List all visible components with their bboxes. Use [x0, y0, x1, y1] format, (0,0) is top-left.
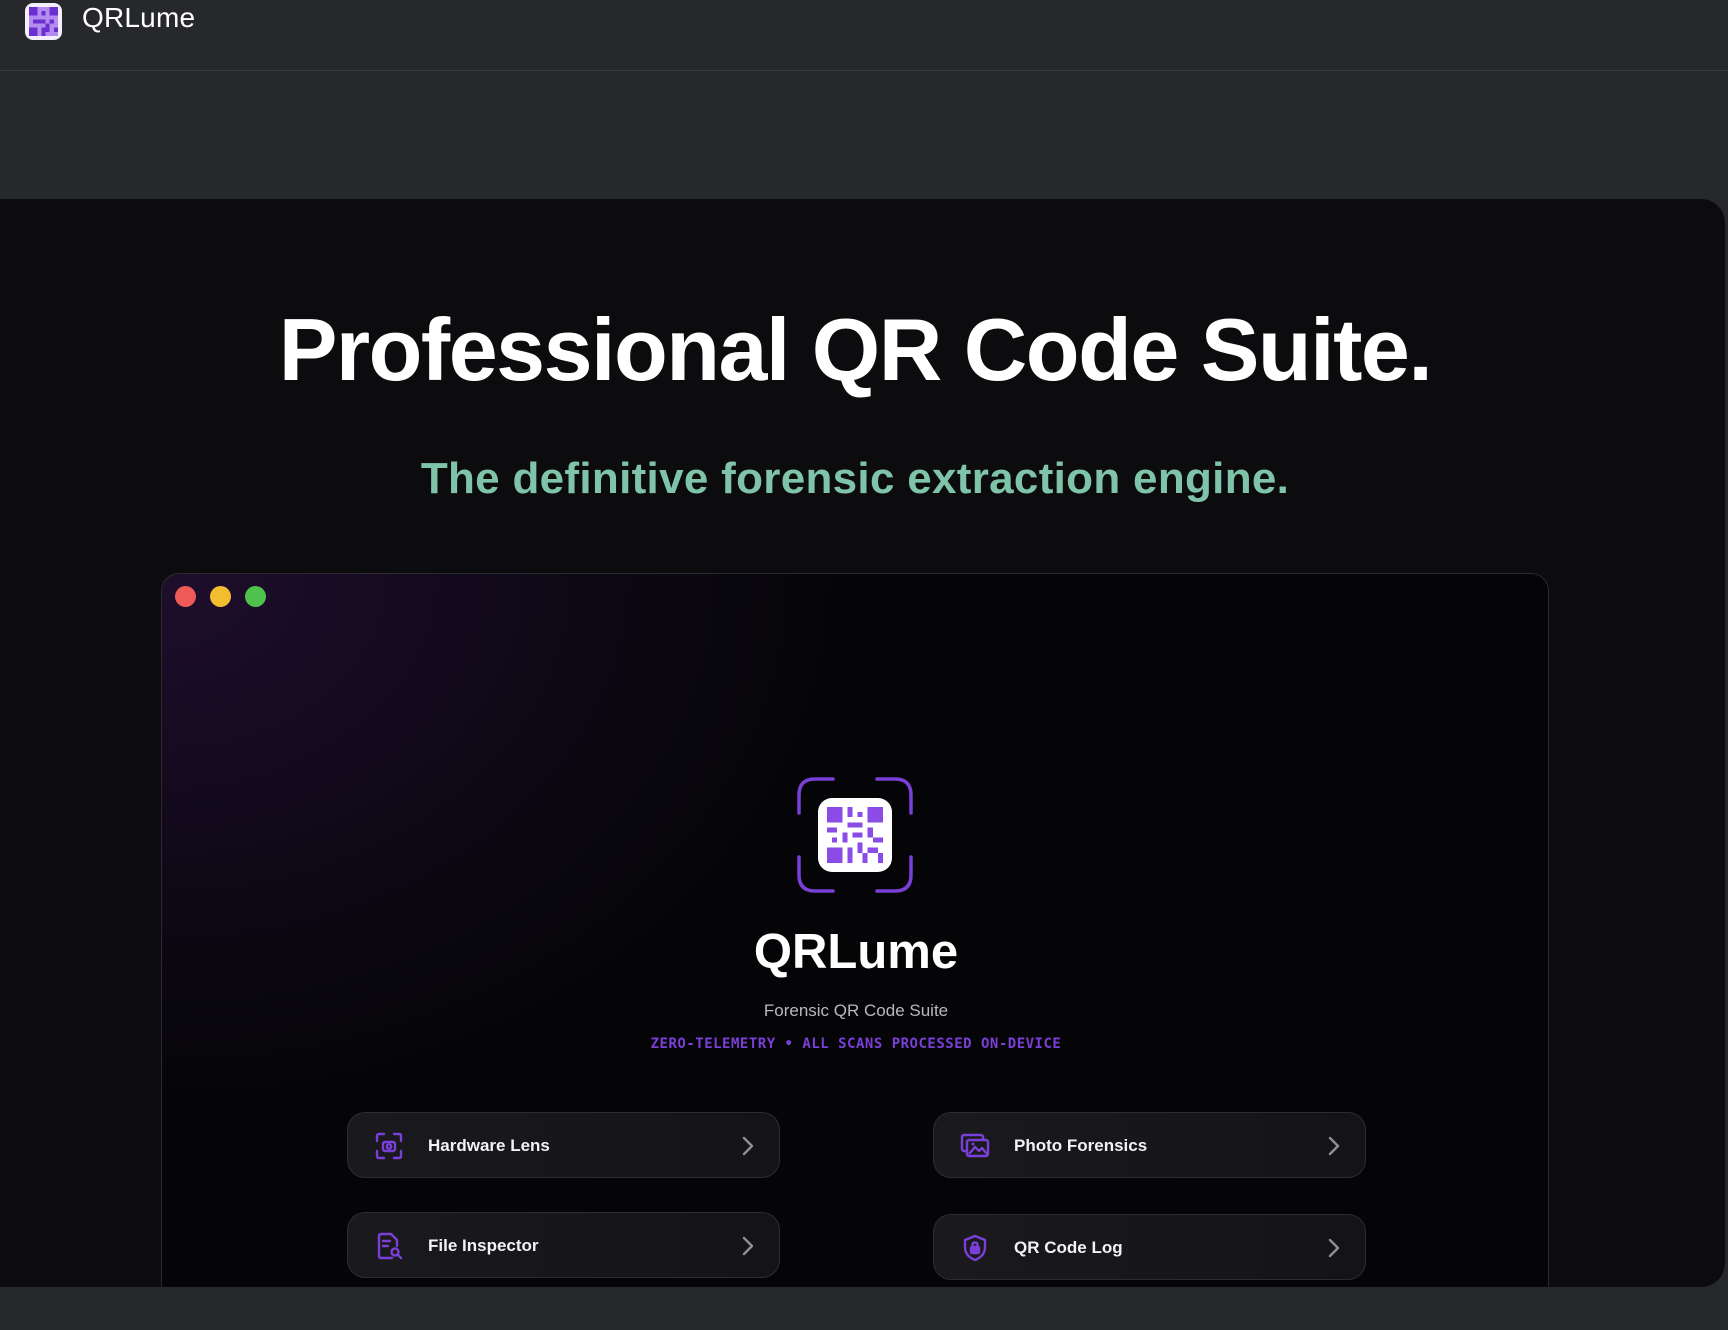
privacy-note: ZERO-TELEMETRY • ALL SCANS PROCESSED ON-… — [650, 1036, 1062, 1052]
photos-icon — [960, 1133, 990, 1158]
feature-label: Hardware Lens — [428, 1136, 550, 1155]
app-title: QRLume — [82, 2, 196, 33]
chevron-right-icon — [1328, 1238, 1340, 1258]
hero-title: Professional QR Code Suite. — [278, 300, 1433, 399]
chevron-right-icon — [742, 1136, 754, 1156]
qr-code-app-icon — [25, 3, 62, 40]
feature-label: File Inspector — [428, 1236, 539, 1255]
chevron-right-icon — [742, 1236, 754, 1256]
qr-code-log-button[interactable]: QR Code Log — [933, 1214, 1366, 1280]
feature-label: QR Code Log — [1014, 1238, 1123, 1257]
preview-tagline: Forensic QR Code Suite — [763, 1001, 949, 1020]
top-bar: QRLume — [0, 0, 1728, 71]
qr-code-icon — [818, 798, 892, 872]
minimize-window-button[interactable] — [210, 586, 231, 607]
hero-subtitle: The definitive forensic extraction engin… — [420, 454, 1290, 503]
qr-scanner-logo-icon — [797, 777, 913, 893]
camera-scan-icon — [375, 1132, 403, 1160]
photo-forensics-button[interactable]: Photo Forensics — [933, 1112, 1366, 1178]
zoom-window-button[interactable] — [245, 586, 266, 607]
feature-label: Photo Forensics — [1014, 1136, 1148, 1155]
window-controls — [175, 586, 266, 607]
preview-app-name: QRLume — [753, 925, 959, 979]
hardware-lens-button[interactable]: Hardware Lens — [347, 1112, 780, 1178]
document-search-icon — [377, 1232, 403, 1260]
file-inspector-button[interactable]: File Inspector — [347, 1212, 780, 1278]
chevron-right-icon — [1328, 1136, 1340, 1156]
shield-lock-icon — [963, 1234, 987, 1262]
close-window-button[interactable] — [175, 586, 196, 607]
hero-section: Professional QR Code Suite. The definiti… — [0, 199, 1725, 1287]
app-preview-window: QRLume Forensic QR Code Suite ZERO-TELEM… — [161, 573, 1549, 1287]
